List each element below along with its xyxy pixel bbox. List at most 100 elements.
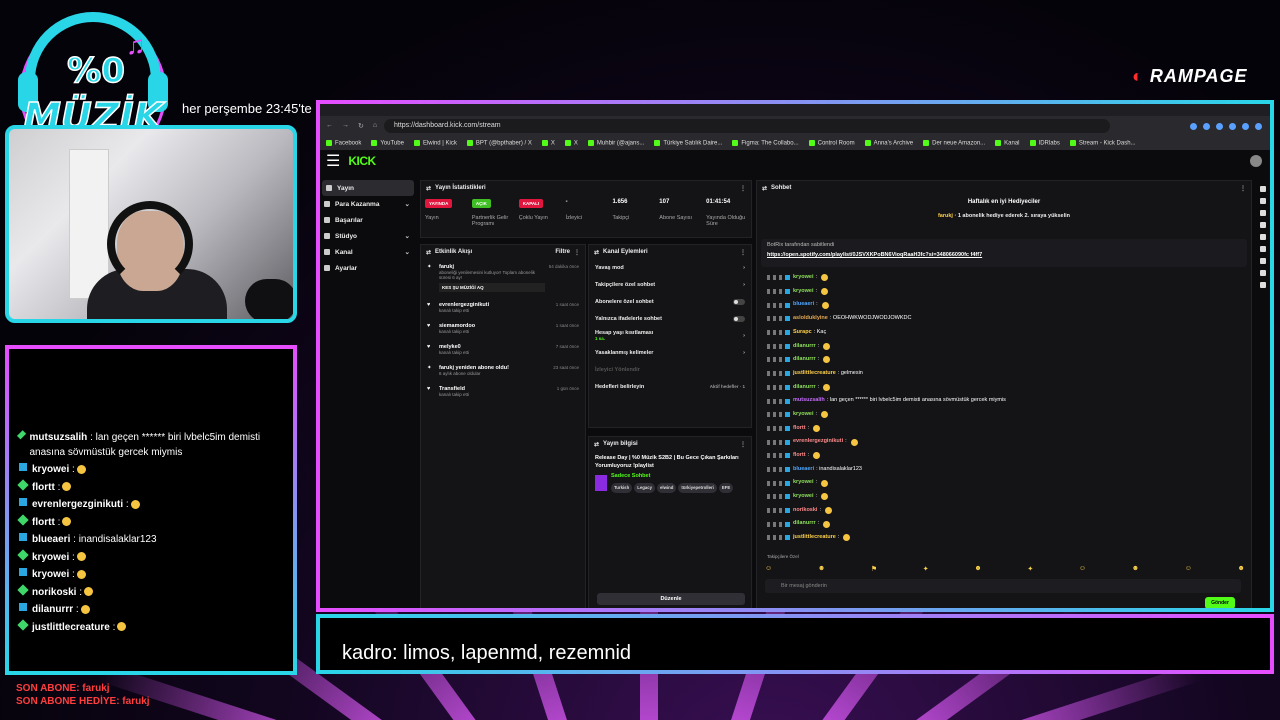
pin-icon[interactable]: [767, 494, 770, 500]
action-row[interactable]: Yavaş mod ›: [589, 259, 751, 276]
action-row[interactable]: Hedefleri belirleyin Aktif hedefler · 1: [589, 378, 751, 395]
timeout-icon[interactable]: [773, 384, 776, 390]
address-bar[interactable]: https://dashboard.kick.com/stream: [384, 119, 1110, 133]
home-icon[interactable]: ⌂: [373, 122, 377, 130]
tag-pill[interactable]: EFE: [718, 483, 734, 494]
pin-icon[interactable]: [767, 521, 770, 527]
ban-icon[interactable]: [779, 535, 782, 541]
ban-icon[interactable]: [779, 275, 782, 281]
chat-username[interactable]: evrenlergezginikuti: [793, 439, 843, 445]
pin-icon[interactable]: [767, 371, 770, 377]
extension-icon[interactable]: [1216, 122, 1223, 130]
more-icon[interactable]: ⋮: [1240, 185, 1246, 192]
chat-username[interactable]: flortt: [793, 425, 806, 432]
pin-icon[interactable]: [767, 480, 770, 486]
sidebar-item[interactable]: Başarılar: [320, 212, 416, 228]
ban-icon[interactable]: [779, 466, 782, 472]
chat-username[interactable]: kryowei: [793, 494, 813, 500]
pin-icon[interactable]: [767, 466, 770, 472]
bookmark-item[interactable]: Anna's Archive: [864, 139, 913, 146]
timeout-icon[interactable]: [773, 412, 776, 418]
timeout-icon[interactable]: [773, 343, 776, 349]
action-row[interactable]: Takipçilere özel sohbet ›: [589, 276, 751, 293]
chat-username[interactable]: norikoski: [793, 507, 817, 514]
chat-username[interactable]: dilanurrr: [793, 384, 816, 391]
ban-icon[interactable]: [779, 371, 782, 377]
more-icon[interactable]: ⋮: [740, 249, 746, 256]
emote-icon[interactable]: ☻: [818, 565, 825, 573]
ban-icon[interactable]: [779, 453, 782, 459]
menu-icon[interactable]: ☰: [326, 151, 340, 171]
chat-username[interactable]: blueaeri: [793, 302, 814, 308]
chat-input[interactable]: Bir mesaj gönderin: [765, 579, 1241, 593]
pin-icon[interactable]: [767, 343, 770, 349]
chat-username[interactable]: dilanurrr: [793, 357, 816, 363]
chat-username[interactable]: justlittlecreature: [793, 370, 836, 377]
emote-icon[interactable]: ☻: [1132, 565, 1139, 573]
emote-icon[interactable]: ☻: [1238, 565, 1245, 573]
rail-icon[interactable]: [1260, 210, 1266, 216]
timeout-icon[interactable]: [773, 316, 776, 322]
chat-username[interactable]: Surapc: [793, 329, 812, 336]
bookmark-item[interactable]: YouTube: [371, 139, 404, 146]
bookmark-item[interactable]: X: [564, 139, 578, 146]
pin-icon[interactable]: [767, 425, 770, 431]
timeout-icon[interactable]: [773, 302, 776, 308]
toggle-switch[interactable]: [733, 315, 745, 322]
pinned-link[interactable]: https://open.spotify.com/playlist/0JSVXK…: [767, 252, 1241, 258]
chevron-right-icon[interactable]: ›: [743, 265, 745, 271]
bookmark-item[interactable]: Kanal: [995, 139, 1020, 146]
browser-tab-strip[interactable]: [320, 104, 1270, 116]
timeout-icon[interactable]: [773, 425, 776, 431]
ban-icon[interactable]: [779, 439, 782, 445]
sidebar-item[interactable]: Para Kazanma ⌄: [320, 196, 416, 212]
ban-icon[interactable]: [779, 412, 782, 418]
ban-icon[interactable]: [779, 302, 782, 308]
back-icon[interactable]: ←: [326, 122, 333, 130]
timeout-icon[interactable]: [773, 289, 776, 295]
ban-icon[interactable]: [779, 384, 782, 390]
timeout-icon[interactable]: [773, 535, 776, 541]
timeout-icon[interactable]: [773, 494, 776, 500]
bookmark-item[interactable]: X: [541, 139, 555, 146]
timeout-icon[interactable]: [773, 453, 776, 459]
rail-icon[interactable]: [1260, 282, 1266, 288]
pin-icon[interactable]: [767, 275, 770, 281]
send-button[interactable]: Gönder: [1205, 597, 1235, 608]
extension-icon[interactable]: [1190, 122, 1197, 130]
emote-icon[interactable]: ☺: [1079, 565, 1086, 573]
rail-icon[interactable]: [1260, 258, 1266, 264]
pin-icon[interactable]: [767, 289, 770, 295]
action-row[interactable]: Abonelere özel sohbet: [589, 293, 751, 310]
pin-icon[interactable]: [767, 535, 770, 541]
emote-icon[interactable]: ☺: [765, 565, 772, 573]
chat-username[interactable]: kryowei: [793, 480, 813, 486]
bookmark-item[interactable]: Der neue Amazon...: [923, 139, 985, 146]
ban-icon[interactable]: [779, 357, 782, 363]
pin-icon[interactable]: [767, 453, 770, 459]
filter-button[interactable]: Filtre: [555, 249, 570, 255]
more-icon[interactable]: ⋮: [740, 441, 746, 448]
more-icon[interactable]: ⋮: [574, 249, 580, 256]
extension-icon[interactable]: [1229, 122, 1236, 130]
emote-icon[interactable]: ✦: [1027, 565, 1033, 573]
timeout-icon[interactable]: [773, 275, 776, 281]
ban-icon[interactable]: [779, 343, 782, 349]
emote-icon[interactable]: ☻: [974, 565, 981, 573]
bookmark-item[interactable]: Facebook: [326, 139, 361, 146]
pin-icon[interactable]: [767, 398, 770, 404]
action-row[interactable]: Hesap yaşı kısıtlaması 1 sa. ›: [589, 327, 751, 344]
emote-icon[interactable]: ☺: [1185, 565, 1192, 573]
avatar[interactable]: [1250, 155, 1262, 167]
bookmark-item[interactable]: Stream - Kick Dash...: [1069, 139, 1136, 146]
bookmark-item[interactable]: Türkiye Satılık Daire...: [654, 139, 722, 146]
rail-icon[interactable]: [1260, 198, 1266, 204]
ban-icon[interactable]: [779, 398, 782, 404]
timeout-icon[interactable]: [773, 357, 776, 363]
forward-icon[interactable]: →: [342, 122, 349, 130]
bookmark-item[interactable]: Elwind | Kick: [413, 139, 457, 146]
pin-icon[interactable]: [767, 508, 770, 514]
rail-icon[interactable]: [1260, 234, 1266, 240]
sidebar-item[interactable]: Yayın: [322, 180, 414, 196]
chat-username[interactable]: kryowei: [793, 411, 813, 418]
